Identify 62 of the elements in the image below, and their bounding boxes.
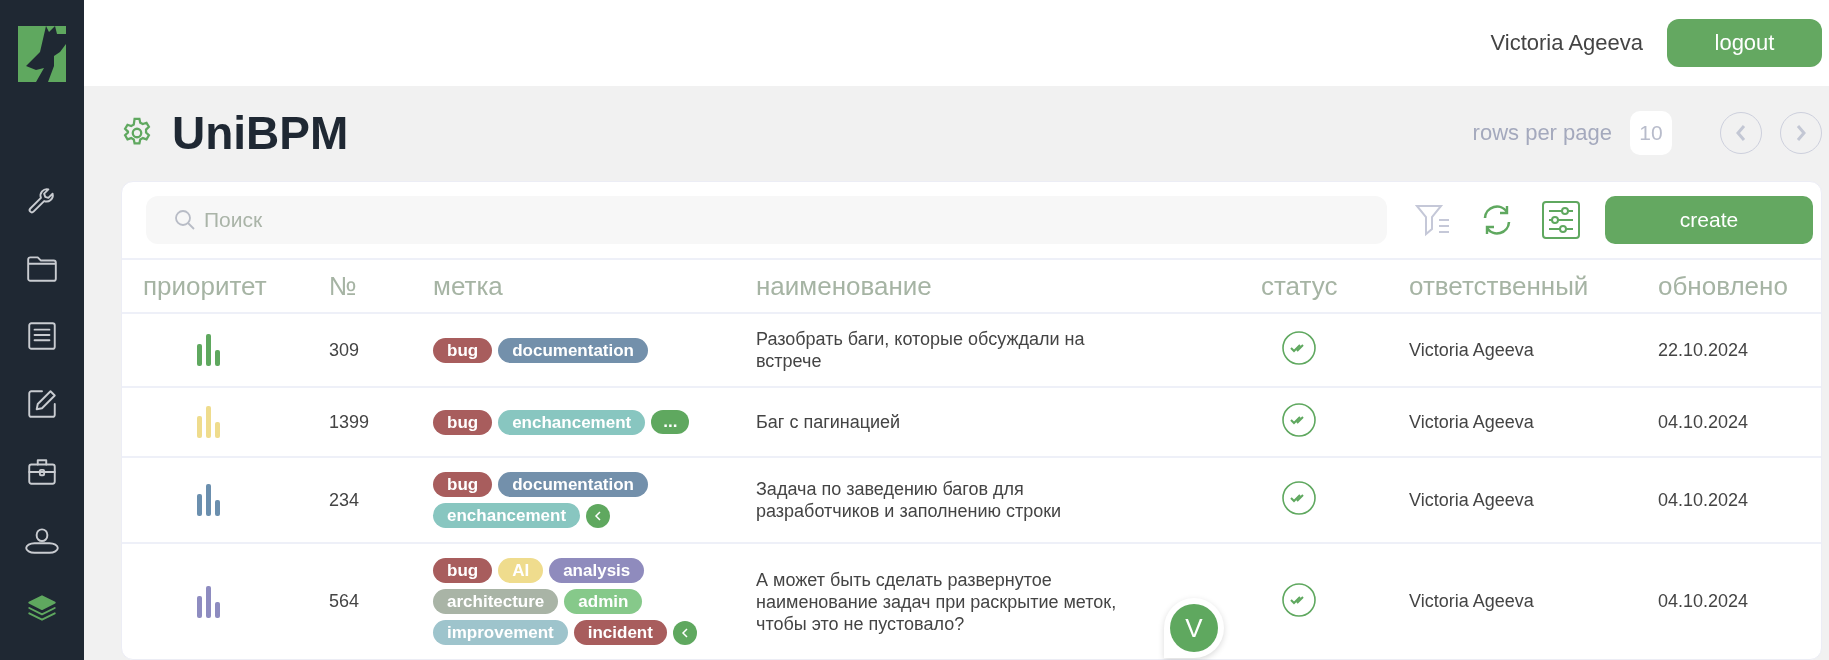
table-cell-text: Victoria Ageeva: [1409, 489, 1535, 511]
column-header[interactable]: приоритет: [143, 270, 329, 302]
collapse-tags-button[interactable]: [672, 620, 697, 645]
tag-label: documentation: [498, 337, 648, 363]
page-title: UniBPM: [172, 106, 350, 161]
document-icon[interactable]: [25, 319, 59, 353]
task-name: Разобрать баги, которые обсуждали на встрече: [756, 328, 1086, 372]
tag-label: bug: [433, 558, 493, 583]
double-check-icon: [1281, 480, 1317, 516]
table-cell-text: 04.10.2024: [1658, 591, 1750, 612]
double-check-icon: [1281, 330, 1317, 366]
table-cell-text: Victoria Ageeva: [1409, 339, 1535, 361]
tag-label: documentation: [498, 472, 648, 497]
column-header[interactable]: статус: [1261, 270, 1409, 302]
tag-label: bug: [433, 472, 493, 497]
collapse-tags-button[interactable]: [586, 503, 611, 528]
chevron-right-icon: [1794, 123, 1808, 144]
table-cell-text: Victoria Ageeva: [1409, 591, 1535, 612]
tag-label: bug: [433, 337, 493, 363]
sliders-icon[interactable]: [1541, 200, 1581, 240]
double-check-icon: [1281, 402, 1317, 438]
column-header[interactable]: наименование: [756, 270, 1261, 302]
column-header[interactable]: метка: [433, 270, 756, 302]
create-button[interactable]: create: [1605, 196, 1813, 244]
rows-per-page-label: rows per page: [1472, 120, 1612, 147]
column-header[interactable]: обновлено: [1658, 270, 1821, 302]
task-name: А может быть сделать развернутое наименование задач при раскрытие меток, чтобы это не пустовало?: [756, 568, 1118, 635]
more-tags-button[interactable]: ...: [651, 410, 690, 434]
search-placeholder: Поиск: [204, 208, 263, 232]
table-cell-text: 04.10.2024: [1658, 411, 1750, 433]
chevron-left-icon: [1734, 123, 1748, 144]
task-name: Баг с пагинацией: [756, 411, 902, 433]
table-cell-text: Victoria Ageeva: [1409, 411, 1535, 433]
double-check-icon: [1281, 581, 1317, 618]
table-cell-text: 309: [329, 339, 361, 361]
column-header[interactable]: №: [329, 270, 433, 302]
chevron-left-icon: [679, 626, 690, 639]
logo-icon: [18, 26, 66, 82]
tag-label: analysis: [549, 558, 645, 583]
edit-icon[interactable]: [25, 387, 59, 421]
search-icon: [174, 209, 196, 231]
tag-label: bug: [433, 409, 493, 435]
tag-label: incident: [573, 620, 667, 645]
task-name: Задача по заведению багов для разработчиков и заполнению строки: [756, 478, 1063, 522]
tag-label: AI: [498, 558, 544, 583]
tag-label: admin: [564, 589, 643, 614]
table-cell-text: 564: [329, 591, 361, 612]
column-header[interactable]: ответственный: [1409, 270, 1658, 302]
tag-label: improvement: [433, 620, 568, 645]
avatar-button[interactable]: V: [1170, 604, 1218, 652]
table-cell-text: 1399: [329, 411, 371, 433]
search-field[interactable]: Поиск: [146, 196, 1387, 244]
table-cell-text: 234: [329, 489, 361, 511]
table-cell-text: 22.10.2024: [1658, 339, 1750, 361]
chevron-left-icon: [593, 509, 604, 522]
tag-label: enchancement: [433, 503, 581, 528]
tag-label: enchancement: [498, 409, 646, 435]
tag-label: architecture: [433, 589, 559, 614]
rows-per-page-field[interactable]: 10: [1630, 111, 1672, 156]
logout-button[interactable]: logout: [1667, 18, 1822, 67]
user-name: Victoria Ageeva: [1490, 29, 1643, 56]
table-cell-text: 04.10.2024: [1658, 489, 1750, 511]
